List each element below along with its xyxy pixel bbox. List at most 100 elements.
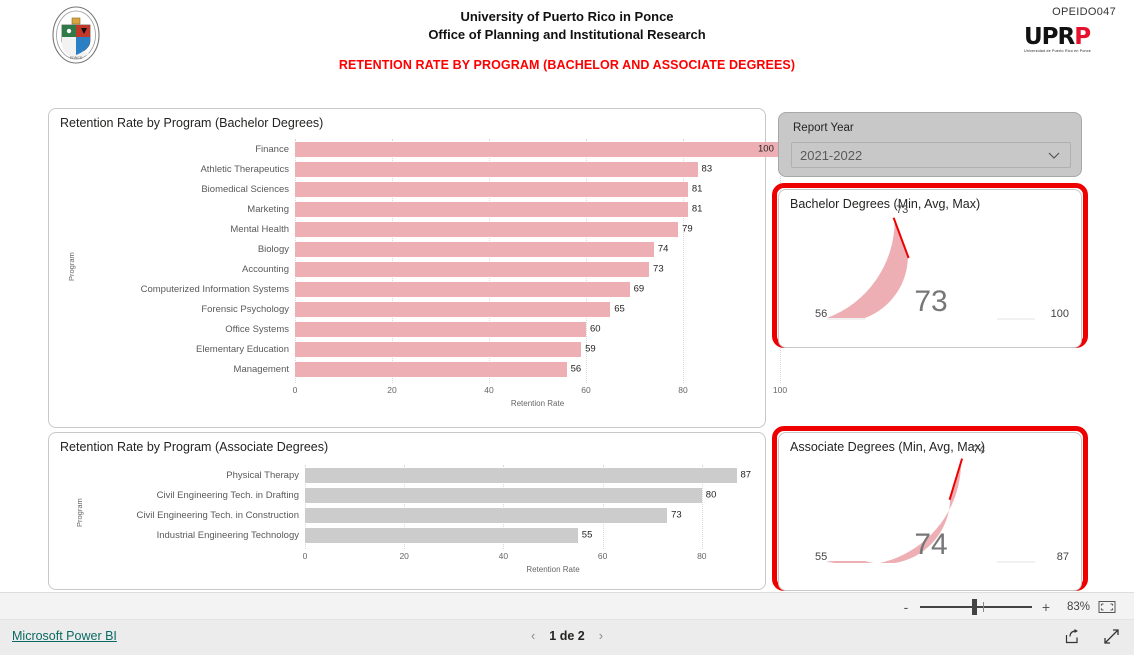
uprp-logo-subtitle: Universidad de Puerto Rico en Ponce (1024, 49, 1091, 53)
bar-track: 60 (295, 319, 765, 339)
report-footer: Microsoft Power BI ‹ 1 de 2 › (0, 620, 1134, 655)
bar-fill[interactable] (295, 321, 586, 337)
bar-row[interactable]: Office Systems 60 (49, 319, 765, 339)
bar-track: 55 (305, 525, 765, 545)
bar-fill[interactable] (295, 241, 654, 257)
bar-row[interactable]: Finance 100 (49, 139, 780, 159)
zoom-status-bar: - + 83% (0, 592, 1134, 620)
bar-row[interactable]: Civil Engineering Tech. in Drafting 80 (49, 485, 765, 505)
bar-track: 81 (295, 199, 765, 219)
bar-fill[interactable] (295, 201, 688, 217)
bar-row[interactable]: Physical Therapy 87 (49, 465, 765, 485)
bar-row[interactable]: Accounting 73 (49, 259, 765, 279)
bar-track: 74 (295, 239, 765, 259)
previous-page-button[interactable]: ‹ (531, 628, 535, 643)
bar-category-label: Civil Engineering Tech. in Construction (136, 509, 299, 521)
x-axis-tick-label: 40 (498, 551, 509, 561)
bar-category-label: Physical Therapy (226, 469, 299, 481)
associate-gauge-highlight: Associate Degrees (Min, Avg, Max) 74 55 87… (772, 426, 1088, 591)
bar-row[interactable]: Athletic Therapeutics 83 (49, 159, 765, 179)
bar-fill[interactable] (295, 181, 688, 197)
bar-track: 73 (295, 259, 765, 279)
x-axis-tick-label: 0 (302, 551, 308, 561)
gauge-target-label: 73 (896, 203, 909, 216)
bar-fill[interactable] (295, 221, 679, 237)
bar-row[interactable]: Biomedical Sciences 81 (49, 179, 765, 199)
report-header-text: University of Puerto Rico in Ponce Offic… (280, 8, 854, 44)
fullscreen-icon[interactable] (1103, 628, 1120, 645)
zoom-controls[interactable]: - + 83% (900, 593, 1116, 621)
associate-chart-plot[interactable]: Program Physical Therapy 87 Civil Engineeri… (49, 465, 808, 589)
uprp-logo-red: P (1074, 24, 1091, 50)
bachelor-chart-plot[interactable]: Program Finance 100 Athletic Therapeutics 83… (49, 139, 787, 425)
x-axis-tick-label: 80 (678, 385, 688, 395)
bar-row[interactable]: Industrial Engineering Technology 55 (49, 525, 765, 545)
report-canvas: PONCE University of Puerto Rico in Ponce… (0, 0, 1134, 592)
bar-row[interactable]: Biology 74 (49, 239, 765, 259)
bar-category-label: Finance (255, 143, 289, 155)
bar-row[interactable]: Forensic Psychology 65 (49, 299, 765, 319)
opeid-code: OPEIDO047 (1052, 6, 1116, 18)
x-axis-title: Retention Rate (510, 399, 565, 408)
bar-row[interactable]: Marketing 81 (49, 199, 765, 219)
bar-value-label: 59 (585, 343, 596, 355)
bar-row[interactable]: Civil Engineering Tech. in Construction 7… (49, 505, 765, 525)
bar-fill[interactable] (305, 487, 702, 503)
bar-fill[interactable] (295, 261, 650, 277)
bar-fill[interactable] (295, 341, 582, 357)
bar-fill[interactable] (295, 161, 698, 177)
gauge-min-label: 56 (815, 308, 828, 320)
associate-bar-chart-card[interactable]: Retention Rate by Program (Associate Deg… (48, 432, 808, 590)
footer-actions[interactable] (1064, 628, 1120, 645)
bar-track: 81 (295, 179, 765, 199)
bar-track: 73 (305, 505, 765, 525)
bachelor-bar-chart-card[interactable]: Retention Rate by Program (Bachelor Degr… (48, 108, 787, 428)
fit-to-page-icon[interactable] (1098, 600, 1116, 614)
bar-fill[interactable] (305, 507, 668, 523)
bachelor-gauge-card[interactable]: Bachelor Degrees (Min, Avg, Max) 73 56 100… (778, 189, 1082, 348)
zoom-out-button[interactable]: - (900, 599, 912, 615)
uprp-logo: UPRP Universidad de Puerto Rico en Ponce (1024, 24, 1116, 54)
microsoft-power-bi-link[interactable]: Microsoft Power BI (12, 629, 117, 643)
bar-fill[interactable] (295, 361, 567, 377)
x-axis-tick-label: 20 (387, 385, 397, 395)
share-icon[interactable] (1064, 628, 1081, 645)
bar-category-label: Elementary Education (196, 343, 289, 355)
bar-row[interactable]: Computerized Information Systems 69 (49, 279, 765, 299)
associate-gauge-card[interactable]: Associate Degrees (Min, Avg, Max) 74 55 87… (778, 432, 1082, 591)
university-seal-icon: PONCE (48, 6, 104, 64)
bar-track: 100 (295, 139, 780, 159)
bar-track: 79 (295, 219, 765, 239)
bar-track: 59 (295, 339, 765, 359)
bar-fill[interactable] (295, 301, 611, 317)
bar-row[interactable]: Mental Health 79 (49, 219, 765, 239)
x-axis-title: Retention Rate (526, 565, 580, 574)
report-year-value: 2021-2022 (800, 147, 863, 163)
zoom-slider[interactable] (920, 599, 1032, 615)
next-page-button[interactable]: › (599, 628, 603, 643)
report-year-slicer[interactable]: Report Year 2021-2022 (778, 112, 1082, 177)
bar-fill[interactable] (295, 281, 630, 297)
bar-row[interactable]: Management 56 (49, 359, 765, 379)
bar-track: 83 (295, 159, 765, 179)
bar-fill[interactable] (305, 527, 578, 543)
bar-category-label: Marketing (247, 203, 289, 215)
page-navigation[interactable]: ‹ 1 de 2 › (531, 628, 603, 643)
associate-gauge[interactable]: 74 55 87 74 (779, 433, 1081, 590)
bar-track: 87 (305, 465, 765, 485)
bachelor-gauge[interactable]: 73 56 100 73 (779, 190, 1081, 347)
bar-category-label: Biomedical Sciences (201, 183, 289, 195)
bar-value-label: 60 (590, 323, 601, 335)
zoom-in-button[interactable]: + (1040, 599, 1052, 615)
x-axis-tick-label: 40 (484, 385, 494, 395)
bar-fill[interactable] (295, 141, 780, 157)
bar-track: 80 (305, 485, 765, 505)
bar-category-label: Forensic Psychology (201, 303, 289, 315)
bar-fill[interactable] (305, 467, 737, 483)
report-year-dropdown[interactable]: 2021-2022 (791, 142, 1071, 168)
bar-value-label: 83 (701, 163, 713, 175)
zoom-slider-thumb[interactable] (971, 599, 977, 615)
bar-row[interactable]: Elementary Education 59 (49, 339, 765, 359)
chevron-down-icon[interactable] (1046, 147, 1062, 163)
bar-value-label: 100 (758, 143, 774, 155)
